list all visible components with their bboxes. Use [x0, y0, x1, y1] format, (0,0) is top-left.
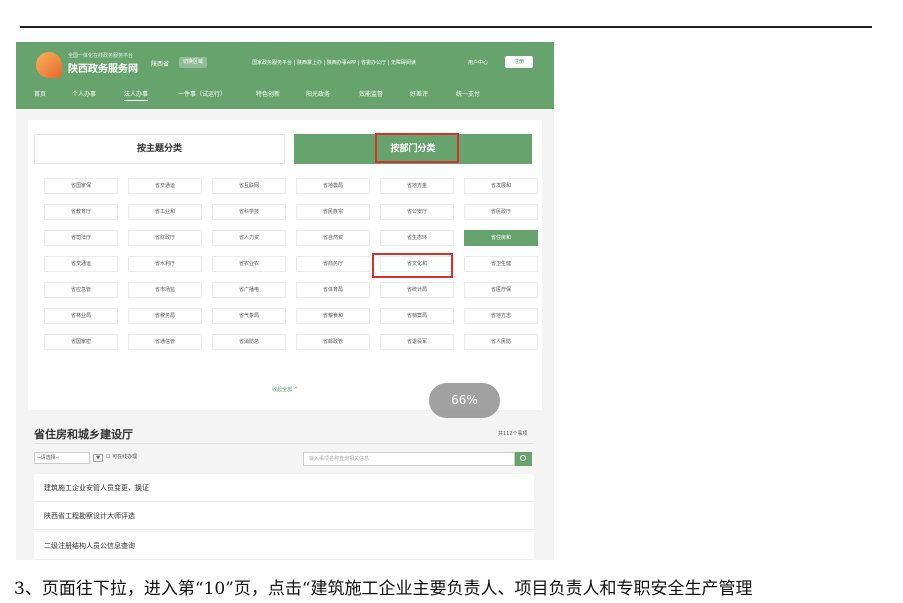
department-item[interactable]: 省民族宗: [296, 204, 370, 220]
department-item[interactable]: 省气象局: [212, 308, 286, 324]
top-links[interactable]: 国家政务服务平台 | 陕西掌上办 | 陕西办事APP | 省委办公厅 | 无障碍…: [252, 59, 416, 66]
department-item[interactable]: 省档案局: [380, 308, 454, 324]
department-item[interactable]: 省国家保: [44, 178, 118, 194]
department-item[interactable]: 省发展和: [464, 178, 538, 194]
department-item[interactable]: 省交通运: [128, 178, 202, 194]
department-item[interactable]: 省地震局: [296, 178, 370, 194]
site-name[interactable]: 陕西政务服务网: [68, 60, 138, 75]
department-item[interactable]: 省科学技: [212, 204, 286, 220]
category-panel: 按主题分类 按部门分类 省国家保 省交通运 省互联网 省地震局 省地方金 省发展和 省教育厅…: [28, 120, 542, 410]
nav-personal[interactable]: 个人办事: [72, 89, 96, 98]
nav-payment[interactable]: 统一支付: [456, 89, 480, 98]
department-item[interactable]: 省广播电: [212, 282, 286, 298]
department-item[interactable]: 省财政厅: [128, 230, 202, 246]
department-item[interactable]: 省通信管: [128, 334, 202, 350]
matter-count: 共112个事项: [498, 431, 528, 437]
department-item[interactable]: 省农业农: [212, 256, 286, 272]
department-item[interactable]: 省地方金: [380, 178, 454, 194]
nav-open-affairs[interactable]: 阳光政务: [306, 89, 330, 98]
document-top-rule: [20, 26, 872, 28]
department-item[interactable]: 省交通运: [44, 256, 118, 272]
department-item[interactable]: 省生态环: [380, 230, 454, 246]
embedded-screenshot: 全国一体化在线政务服务平台 陕西政务服务网 陕西省 切换区域 国家政务服务平台 …: [16, 42, 554, 560]
department-item[interactable]: 省医疗保: [464, 282, 538, 298]
filter-select[interactable]: --请选择-- ▼: [34, 452, 103, 464]
matter-search-input[interactable]: 输入事项名称查询相关信息: [303, 452, 515, 466]
checkbox-icon[interactable]: ☐: [106, 454, 110, 460]
nav-supervision[interactable]: 效能监督: [359, 89, 383, 98]
search-icon: [520, 455, 526, 461]
department-item[interactable]: 省林业局: [44, 308, 118, 324]
user-center-link[interactable]: 用户中心: [468, 59, 488, 66]
nav-home[interactable]: 首页: [34, 89, 46, 98]
department-item[interactable]: 省公安厅: [380, 204, 454, 220]
department-item[interactable]: 省工业和: [128, 204, 202, 220]
online-filter-checkbox[interactable]: ☐ 可在线办理: [106, 453, 137, 460]
department-item[interactable]: 省商务厅: [296, 256, 370, 272]
department-item[interactable]: 省自然资: [296, 230, 370, 246]
department-item[interactable]: 省国家密: [44, 334, 118, 350]
nav-evaluation[interactable]: 好差评: [410, 89, 428, 98]
department-item[interactable]: 省邮政管: [296, 334, 370, 350]
region-label: 陕西省: [151, 61, 170, 68]
department-item[interactable]: 省税务局: [128, 308, 202, 324]
search-button[interactable]: [515, 452, 532, 466]
department-item[interactable]: 省互联网: [212, 178, 286, 194]
site-logo-icon[interactable]: [36, 52, 62, 78]
department-item[interactable]: 省消防总: [212, 334, 286, 350]
site-header: 全国一体化在线政务服务平台 陕西政务服务网 陕西省 切换区域 国家政务服务平台 …: [16, 42, 554, 109]
department-item[interactable]: 省民政厅: [464, 204, 538, 220]
document-caption: 3、页面往下拉，进入第“10”页，点击“建筑施工企业主要负责人、项目负责人和专职…: [14, 579, 753, 599]
chevron-down-icon[interactable]: ▼: [93, 454, 103, 462]
highlight-box-housing-department: [372, 253, 453, 278]
matter-row[interactable]: 二级注册结构人员公信息查询: [34, 532, 534, 560]
nav-legal-person[interactable]: 法人办事: [124, 89, 149, 101]
department-item[interactable]: 省粮食和: [296, 308, 370, 324]
zoom-level-badge: 66%: [429, 383, 500, 418]
department-item[interactable]: 省退役军: [380, 334, 454, 350]
tab-by-theme[interactable]: 按主题分类: [34, 134, 285, 164]
title-divider: [34, 443, 534, 444]
department-item[interactable]: 省卫生健: [464, 256, 538, 272]
department-item[interactable]: 省水利厅: [128, 256, 202, 272]
department-item[interactable]: 省地方志: [464, 308, 538, 324]
region-switch-button[interactable]: 切换区域: [179, 57, 208, 68]
highlight-box-department-tab: [375, 133, 459, 163]
department-item[interactable]: 省人民防: [464, 334, 538, 350]
department-item[interactable]: 省教育厅: [44, 204, 118, 220]
department-item[interactable]: 省司法厅: [44, 230, 118, 246]
department-item[interactable]: 省市场监: [128, 282, 202, 298]
filter-select-value: --请选择--: [37, 455, 60, 461]
register-button[interactable]: 注册: [505, 56, 533, 68]
site-tagline: 全国一体化在线政务服务平台: [68, 53, 134, 59]
nav-one-thing[interactable]: 一件事（试运行）: [178, 89, 226, 98]
matter-row[interactable]: 建筑施工企业安管人员变更、换证: [34, 474, 534, 502]
department-item[interactable]: 省统计局: [380, 282, 454, 298]
department-item[interactable]: 省住房和: [464, 230, 538, 246]
department-item[interactable]: 省人力资: [212, 230, 286, 246]
department-item[interactable]: 省体育局: [296, 282, 370, 298]
nav-innovation[interactable]: 特色创新: [256, 89, 280, 98]
department-title: 省住房和城乡建设厅: [34, 428, 133, 441]
online-filter-label: 可在线办理: [112, 454, 138, 460]
matter-row[interactable]: 陕西省工程勘察设计大师评选: [34, 502, 534, 530]
department-item[interactable]: 省应急管: [44, 282, 118, 298]
